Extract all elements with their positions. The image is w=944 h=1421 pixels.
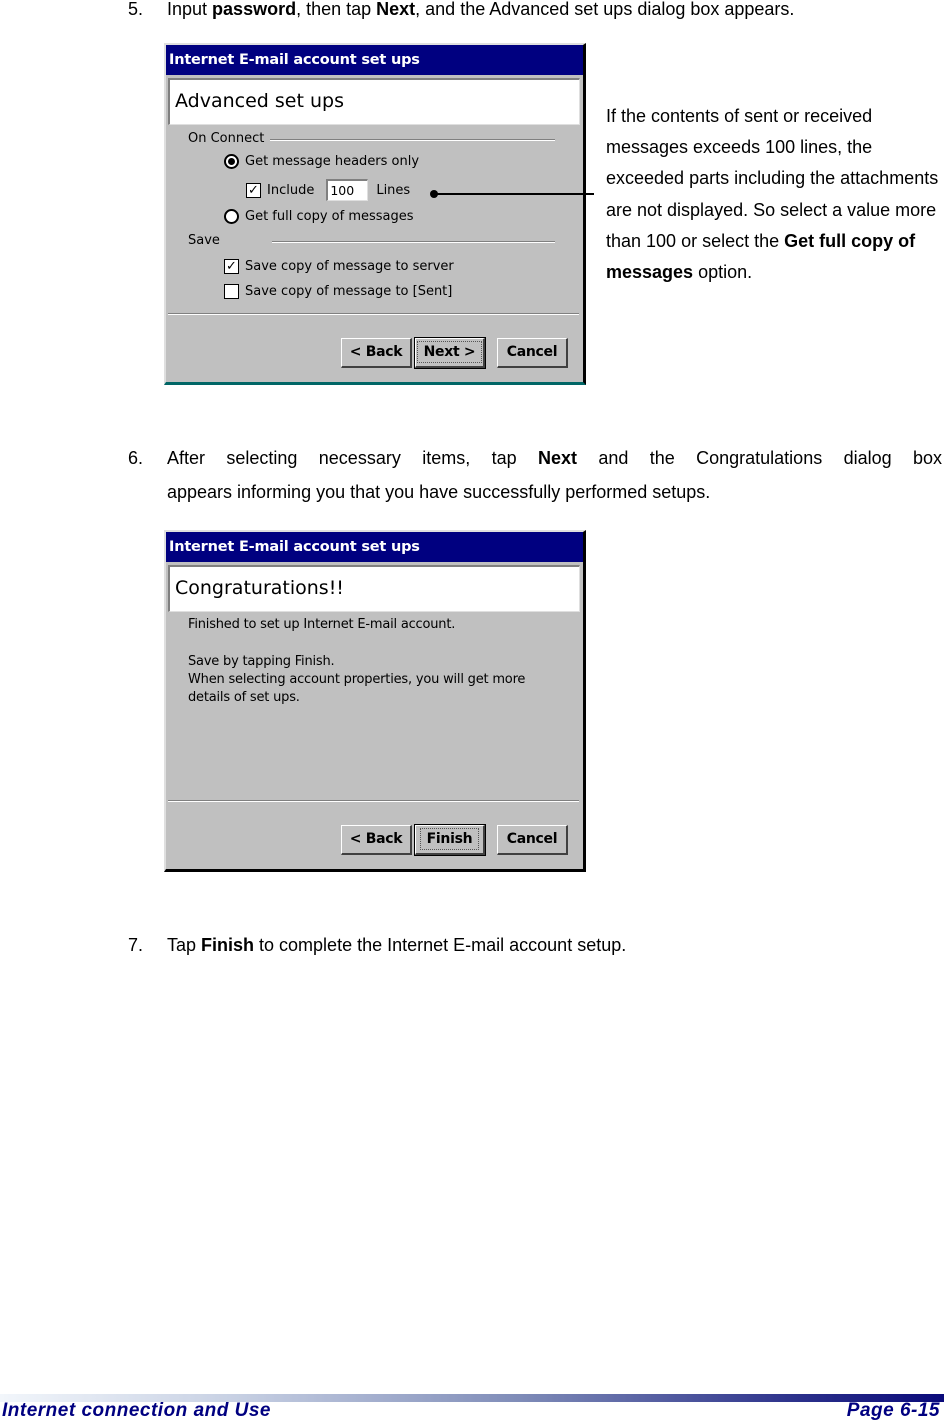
footer-separator bbox=[168, 800, 579, 802]
text: After selecting necessary items, tap bbox=[167, 448, 538, 468]
dialog-header: Advanced set ups bbox=[168, 78, 580, 125]
radio-label: Get message headers only bbox=[245, 154, 420, 169]
include-checkbox[interactable]: ✓ bbox=[246, 182, 261, 198]
next-label: Next > bbox=[416, 341, 483, 363]
group-divider bbox=[272, 241, 555, 243]
dialog-body: On Connect Get message headers only ✓ In… bbox=[166, 125, 583, 340]
congratulations-dialog: Internet E-mail account set ups Congratu… bbox=[164, 530, 586, 872]
radio-full-copy[interactable]: Get full copy of messages bbox=[224, 209, 414, 224]
callout-text: option. bbox=[693, 262, 753, 283]
checkbox-label: Save copy of message to server bbox=[245, 259, 454, 274]
step-text: Input password, then tap Next, and the A… bbox=[167, 0, 794, 25]
save-to-server-row[interactable]: ✓ Save copy of message to server bbox=[224, 259, 454, 274]
lines-input[interactable]: 100 bbox=[326, 179, 369, 201]
save-label: Save bbox=[188, 233, 220, 248]
advanced-setups-dialog: Internet E-mail account set ups Advanced… bbox=[164, 43, 586, 385]
text: , and the Advanced set ups dialog box ap… bbox=[415, 0, 795, 19]
text: Tap bbox=[167, 935, 202, 955]
text: , then tap bbox=[296, 0, 377, 19]
instructions-message: Save by tapping Finish. When selecting a… bbox=[188, 654, 526, 705]
step-number: 6. bbox=[128, 448, 144, 468]
back-button[interactable]: < Back bbox=[341, 338, 412, 368]
dialog-header: Congraturations!! bbox=[168, 565, 580, 612]
group-divider bbox=[270, 139, 555, 141]
checkbox-label: Save copy of message to [Sent] bbox=[245, 284, 453, 299]
save-to-sent-row[interactable]: Save copy of message to [Sent] bbox=[224, 284, 452, 299]
text: to complete the Internet E-mail account … bbox=[254, 935, 627, 955]
step-number: 7. bbox=[128, 935, 144, 955]
callout-leader-line bbox=[434, 193, 594, 195]
text: Input bbox=[167, 0, 213, 19]
text: and the Congratulations dialog box bbox=[576, 448, 942, 468]
dialog-titlebar: Internet E-mail account set ups bbox=[166, 532, 583, 562]
step-number: 5. bbox=[128, 0, 144, 19]
include-label: Include bbox=[267, 182, 315, 198]
radio-label: Get full copy of messages bbox=[245, 209, 414, 224]
radio-unselected-icon[interactable] bbox=[224, 209, 239, 224]
save-server-checkbox[interactable]: ✓ bbox=[224, 259, 239, 274]
cancel-button[interactable]: Cancel bbox=[497, 338, 568, 368]
finish-label: Finish bbox=[419, 828, 480, 850]
step-text-line: appears informing you that you have succ… bbox=[167, 482, 711, 502]
step-text-line: After selecting necessary items, tap Nex… bbox=[167, 443, 942, 474]
save-sent-checkbox[interactable] bbox=[224, 284, 239, 299]
dialog-titlebar: Internet E-mail account set ups bbox=[166, 45, 583, 75]
callout-text: If the contents of sent or received mess… bbox=[606, 106, 939, 251]
back-button[interactable]: < Back bbox=[341, 825, 412, 855]
on-connect-label: On Connect bbox=[188, 131, 265, 146]
step-6: 6. After selecting necessary items, tap … bbox=[128, 443, 942, 512]
include-lines-row: ✓ Include 100 Lines bbox=[246, 179, 410, 201]
next-button[interactable]: Next > bbox=[414, 337, 486, 369]
callout-note: If the contents of sent or received mess… bbox=[606, 101, 944, 288]
step-text: After selecting necessary items, tap Nex… bbox=[167, 443, 942, 512]
bold-term: password bbox=[212, 0, 297, 19]
finish-button[interactable]: Finish bbox=[414, 824, 486, 856]
step-text: Tap Finish to complete the Internet E-ma… bbox=[167, 930, 626, 961]
radio-selected-icon[interactable] bbox=[224, 154, 239, 169]
radio-headers-only[interactable]: Get message headers only bbox=[224, 154, 419, 169]
lines-label: Lines bbox=[376, 182, 411, 198]
dialog-body: Finished to set up Internet E-mail accou… bbox=[166, 612, 583, 827]
bold-term: Next bbox=[376, 0, 416, 19]
cancel-button[interactable]: Cancel bbox=[497, 825, 568, 855]
footer-page-number: Page 6-15 bbox=[846, 1400, 940, 1421]
footer-separator bbox=[168, 313, 579, 315]
finished-message: Finished to set up Internet E-mail accou… bbox=[188, 617, 456, 632]
bold-term: Next bbox=[537, 448, 577, 468]
bold-term: Finish bbox=[201, 935, 255, 955]
footer-section-title: Internet connection and Use bbox=[2, 1400, 271, 1421]
